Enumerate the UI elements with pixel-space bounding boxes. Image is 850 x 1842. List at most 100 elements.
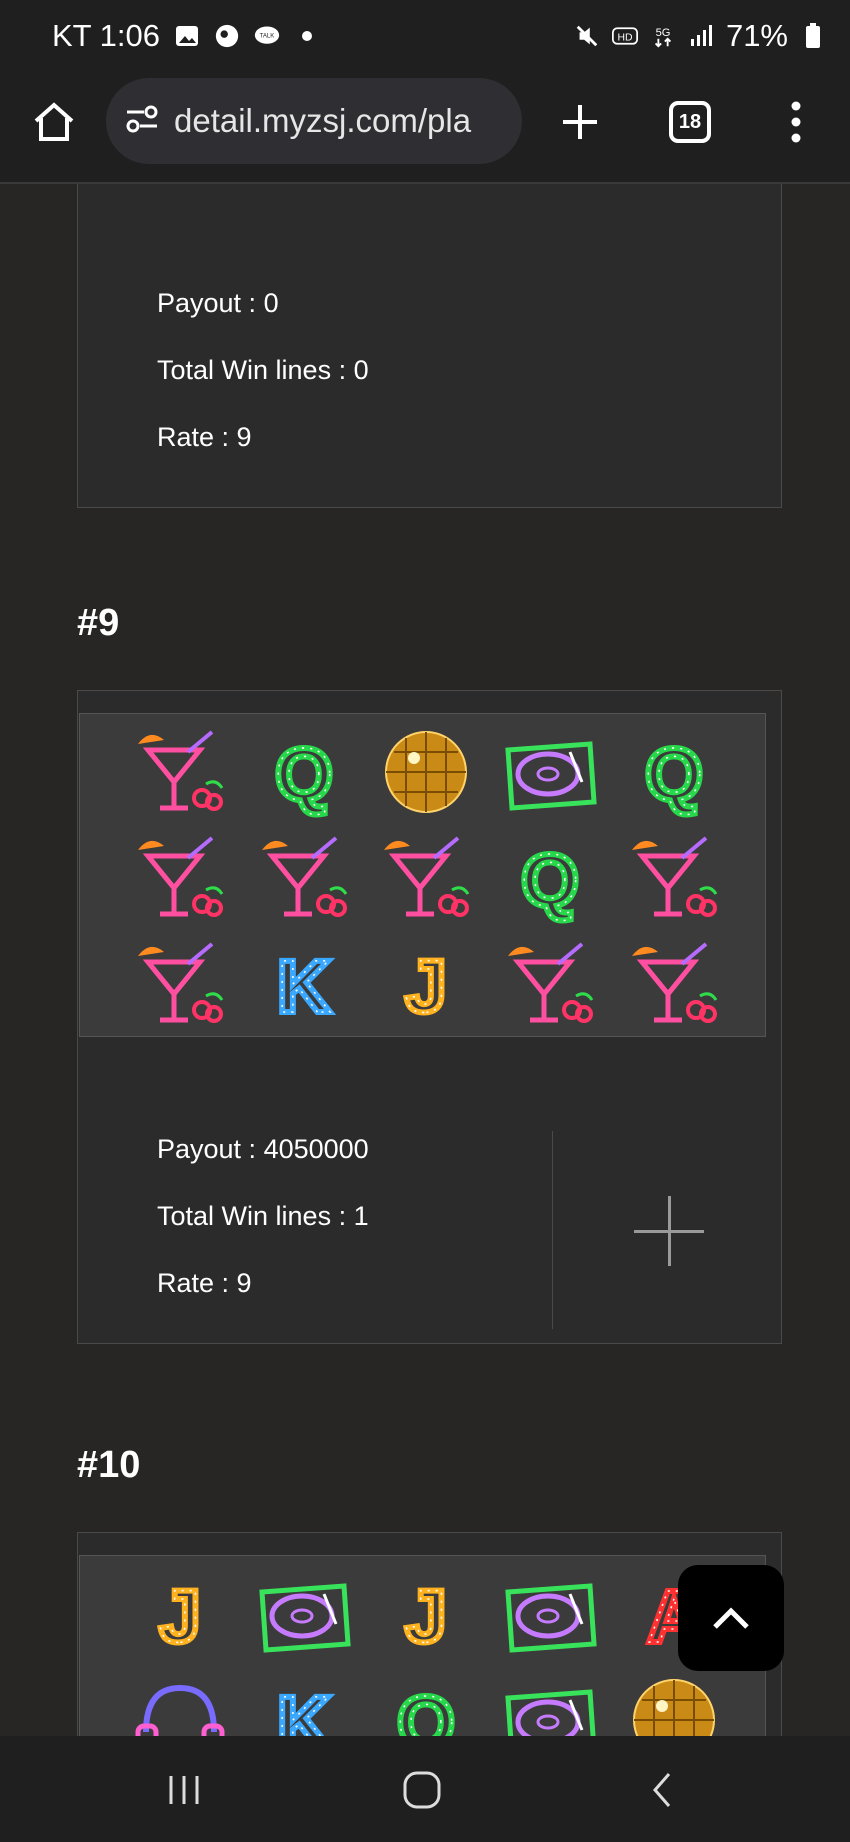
reel-symbol-k: KK (254, 934, 354, 1034)
reel-symbol-cocktail (624, 828, 724, 928)
gallery-icon (174, 23, 200, 49)
reel-symbol-j: JJ (130, 1564, 230, 1664)
chevron-up-icon (713, 1607, 749, 1629)
5g-icon: 5G (650, 23, 676, 49)
turntable-symbol-icon (505, 1689, 596, 1736)
reel-grid: JJ JJ AA KKQQ (79, 1555, 766, 1736)
section-title: #9 (77, 602, 120, 644)
plus-icon (563, 105, 597, 139)
j-symbol-icon: JJ (156, 1572, 203, 1661)
payout-text: Payout : 0 (157, 288, 279, 318)
battery-percent: 71% (725, 18, 788, 53)
reel-symbol-cocktail (130, 722, 230, 822)
reel-symbol-q: QQ (254, 722, 354, 822)
rate-text: Rate : 9 (157, 422, 252, 452)
result-card: QQ QQ Q Q K K J J Payout: 4050000 Total… (77, 690, 782, 1344)
reel-symbol-q: QQ (500, 828, 600, 928)
reel-symbol-k: KK (254, 1670, 354, 1736)
tab-count: 18 (678, 110, 702, 133)
address-bar[interactable]: detail.myzsj.com/pla (106, 78, 522, 164)
cocktail-symbol-icon (262, 836, 348, 917)
svg-text:Q: Q (397, 1681, 455, 1736)
home-button[interactable] (22, 90, 86, 154)
reel-symbol-q: QQ (376, 1670, 476, 1736)
hd-icon: HD (611, 23, 638, 49)
browser-toolbar: detail.myzsj.com/pla 18 (0, 76, 850, 184)
svg-text:TALK: TALK (260, 34, 275, 40)
home-circle-icon (403, 1771, 441, 1809)
status-bar: KT 1:06 TALK HD 5G 71% (0, 0, 850, 76)
carrier-time: KT 1:06 (52, 18, 161, 53)
url-text: detail.myzsj.com/pla (174, 102, 472, 139)
reel-symbol-j: JJ (376, 1564, 476, 1664)
reel-symbol-disco-ball (376, 722, 476, 822)
more-vertical-icon (791, 101, 801, 143)
result-card: JJ JJ AA KKQQ (77, 1532, 782, 1736)
q-symbol-icon: QQ (518, 836, 582, 925)
result-stats: Payout : 0 Total Win lines : 0 Rate : 9 (157, 283, 369, 484)
dot-icon (294, 23, 320, 49)
j-symbol-icon: JJ (402, 942, 449, 1031)
cocktail-symbol-icon (384, 836, 470, 917)
svg-text:K: K (277, 1681, 330, 1736)
turntable-symbol-icon (505, 741, 597, 811)
turntable-symbol-icon (259, 1583, 351, 1653)
reel-symbol-headphones (130, 1670, 230, 1736)
back-button[interactable] (632, 1762, 692, 1818)
recent-apps-button[interactable] (154, 1762, 214, 1818)
home-nav-button[interactable] (392, 1762, 452, 1818)
q-symbol-icon: QQ (272, 730, 336, 819)
svg-text:HD: HD (617, 32, 632, 43)
reel-symbol-turntable (500, 1564, 600, 1664)
reel-symbol-cocktail (500, 934, 600, 1034)
win-lines-text: Total Win lines : 1 (157, 1201, 369, 1231)
site-settings-icon[interactable] (124, 101, 160, 142)
q-symbol-icon: QQ (394, 1678, 458, 1736)
svg-text:Q: Q (645, 733, 703, 816)
cocktail-symbol-icon (632, 836, 718, 917)
back-chevron-icon (653, 1773, 671, 1807)
cocktail-symbol-icon (138, 730, 224, 811)
reel-symbol-turntable (500, 722, 600, 822)
reel-symbol-turntable (254, 1564, 354, 1664)
reel-symbol-j: JJ (376, 934, 476, 1034)
k-symbol-icon: KK (274, 1678, 333, 1736)
disco-ball-symbol-icon (385, 731, 467, 813)
tab-switcher-button[interactable]: 18 (658, 90, 722, 154)
reel-symbol-cocktail (254, 828, 354, 928)
rate-text: Rate : 9 (157, 1268, 252, 1298)
reel-symbol-q: QQ (624, 722, 724, 822)
mute-icon (574, 23, 600, 49)
turntable-symbol-icon (505, 1583, 597, 1653)
page-content: Payout : 0 Total Win lines : 0 Rate : 9 … (0, 184, 850, 1736)
recents-icon (169, 1776, 199, 1804)
svg-text:Q: Q (521, 839, 579, 922)
headphones-symbol-icon (135, 1684, 225, 1736)
win-lines-text: Total Win lines : 0 (157, 355, 369, 385)
scroll-to-top-button[interactable] (678, 1565, 784, 1671)
svg-text:J: J (159, 1575, 200, 1658)
expand-plus-icon[interactable] (634, 1196, 704, 1266)
new-tab-button[interactable] (548, 90, 612, 154)
home-icon (34, 102, 74, 141)
battery-icon (800, 23, 826, 49)
menu-button[interactable] (764, 90, 828, 154)
j-symbol-icon: JJ (402, 1572, 449, 1661)
cocktail-symbol-icon (138, 836, 224, 917)
reel-symbol-disco-ball (624, 1670, 724, 1736)
q-symbol-icon: QQ (642, 730, 706, 819)
disco-ball-symbol-icon (633, 1679, 715, 1736)
system-nav-bar (0, 1736, 850, 1842)
svg-text:J: J (405, 1575, 446, 1658)
signal-icon (688, 23, 714, 49)
cocktail-symbol-icon (508, 942, 594, 1023)
k-symbol-icon: KK (274, 942, 333, 1031)
talk-icon: TALK (254, 23, 280, 49)
chat-icon (214, 23, 240, 49)
reel-grid: QQ QQ Q Q K K J J (79, 713, 766, 1037)
reel-symbol-cocktail (130, 934, 230, 1034)
result-stats: Payout : 4050000 Total Win lines : 1 Rat… (157, 1129, 369, 1330)
section-title: #10 (77, 1444, 141, 1486)
result-card: Payout : 0 Total Win lines : 0 Rate : 9 (77, 184, 782, 508)
reel-symbol-turntable (500, 1670, 600, 1736)
